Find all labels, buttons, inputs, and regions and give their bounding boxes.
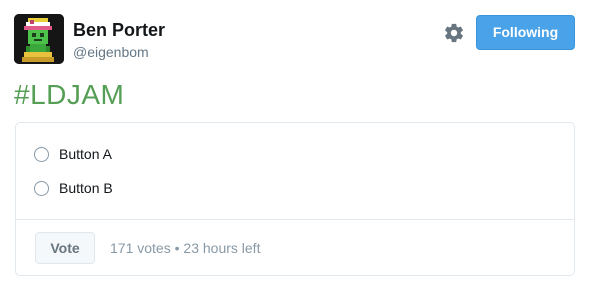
- radio-button-a[interactable]: [34, 146, 49, 162]
- avatar[interactable]: [14, 14, 64, 64]
- gear-icon[interactable]: [443, 22, 465, 44]
- vote-button[interactable]: Vote: [35, 232, 95, 264]
- poll-option-b[interactable]: Button B: [34, 177, 113, 199]
- poll-stats: 171 votes • 23 hours left: [110, 239, 260, 257]
- separator-dot: •: [174, 240, 180, 256]
- poll-option-label: Button B: [59, 180, 113, 196]
- poll-option-label: Button A: [59, 146, 112, 162]
- pixel-art-character-avatar-icon: [14, 14, 64, 64]
- radio-button-b[interactable]: [34, 180, 49, 196]
- poll-option-a[interactable]: Button A: [34, 143, 112, 165]
- poll-card: Button A Button B Vote 171 votes • 23 ho…: [15, 122, 575, 276]
- following-button[interactable]: Following: [476, 15, 575, 50]
- settings-gear-glyph: [445, 23, 463, 43]
- vote-count: 171 votes: [110, 240, 171, 256]
- divider: [16, 219, 574, 220]
- user-handle[interactable]: @eigenbom: [73, 43, 149, 61]
- time-left: 23 hours left: [183, 240, 261, 256]
- user-name[interactable]: Ben Porter: [73, 19, 165, 41]
- hashtag-link[interactable]: #LDJAM: [14, 78, 124, 112]
